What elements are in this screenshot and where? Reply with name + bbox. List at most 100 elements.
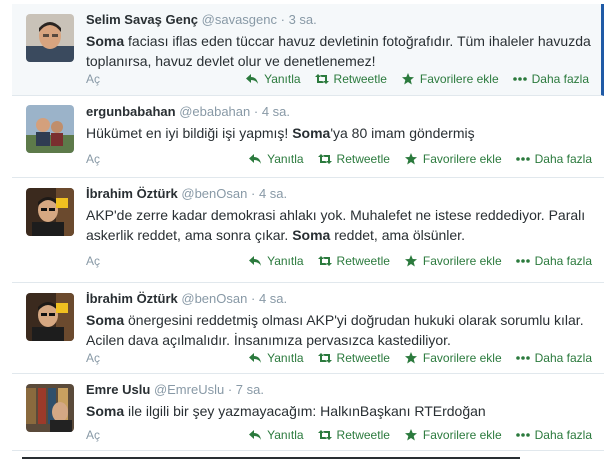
retweet-label: Retweetle	[336, 428, 390, 442]
more-label: Daha fazla	[531, 72, 589, 86]
retweet-label: Retweetle	[336, 152, 390, 166]
reply-button[interactable]: Yanıtla	[245, 72, 301, 86]
more-button[interactable]: Daha fazla	[515, 428, 592, 442]
author-username[interactable]: @benOsan	[181, 186, 247, 201]
favorite-star-icon	[404, 429, 417, 441]
retweet-icon	[314, 74, 329, 84]
more-dots-icon	[515, 356, 530, 360]
favorite-star-icon	[401, 73, 414, 85]
reply-label: Yanıtla	[267, 254, 304, 268]
favorite-label: Favorilere ekle	[422, 351, 502, 365]
tweet[interactable]: Emre Uslu @EmreUslu · 7 sa. Soma ile ilg…	[12, 374, 604, 451]
retweet-button[interactable]: Retweetle	[317, 254, 390, 268]
author-fullname[interactable]: İbrahim Öztürk	[86, 186, 178, 201]
tweet-timestamp[interactable]: 7 sa.	[236, 382, 264, 397]
reply-icon	[249, 154, 262, 164]
retweet-button[interactable]: Retweetle	[314, 72, 387, 86]
reply-label: Yanıtla	[267, 351, 304, 365]
retweet-label: Retweetle	[336, 351, 390, 365]
reply-button[interactable]: Yanıtla	[248, 428, 304, 442]
retweet-icon	[317, 256, 332, 266]
avatar[interactable]	[26, 293, 74, 341]
tweet-text-segment: 'ya 80 imam göndermiş	[330, 125, 475, 141]
author-fullname[interactable]: ergunbabahan	[86, 104, 176, 119]
author-fullname[interactable]: İbrahim Öztürk	[86, 291, 178, 306]
tweet-actions: Yanıtla Retweetle Favorilere ekle Daha f…	[234, 152, 592, 166]
author-username[interactable]: @ebabahan	[179, 104, 250, 119]
retweet-label: Retweetle	[336, 254, 390, 268]
tweet-text: Hükümet en iyi bildiği işi yapmış! Soma'…	[86, 123, 594, 143]
tweet[interactable]: İbrahim Öztürk @benOsan · 4 sa. AKP'de z…	[12, 178, 604, 283]
tweet-timestamp[interactable]: 4 sa.	[259, 291, 287, 306]
retweet-label: Retweetle	[333, 72, 387, 86]
favorite-button[interactable]: Favorilere ekle	[404, 428, 502, 442]
separator-dot: ·	[253, 104, 259, 119]
more-label: Daha fazla	[534, 152, 592, 166]
avatar[interactable]	[26, 105, 74, 153]
tweet-timestamp[interactable]: 4 sa.	[262, 104, 290, 119]
author-fullname[interactable]: Emre Uslu	[86, 382, 150, 397]
retweet-button[interactable]: Retweetle	[317, 428, 390, 442]
retweet-button[interactable]: Retweetle	[317, 351, 390, 365]
more-button[interactable]: Daha fazla	[512, 72, 589, 86]
tweet-actions: Yanıtla Retweetle Favorilere ekle Daha f…	[234, 254, 592, 268]
reply-button[interactable]: Yanıtla	[248, 152, 304, 166]
author-username[interactable]: @savasgenc	[202, 12, 277, 27]
tweet-timestamp[interactable]: 3 sa.	[289, 12, 317, 27]
reply-button[interactable]: Yanıtla	[248, 254, 304, 268]
author-username[interactable]: @benOsan	[181, 291, 247, 306]
tweet[interactable]: Selim Savaş Genç @savasgenc · 3 sa. Soma…	[12, 4, 604, 96]
tweet[interactable]: İbrahim Öztürk @benOsan · 4 sa. Soma öne…	[12, 283, 604, 374]
author-fullname[interactable]: Selim Savaş Genç	[86, 12, 198, 27]
favorite-button[interactable]: Favorilere ekle	[404, 152, 502, 166]
avatar[interactable]	[26, 188, 74, 236]
reply-icon	[246, 74, 259, 84]
hashtag-keyword[interactable]: Soma	[292, 125, 330, 141]
expand-link[interactable]: Aç	[86, 428, 100, 442]
more-label: Daha fazla	[534, 254, 592, 268]
tweet-actions: Yanıtla Retweetle Favorilere ekle Daha f…	[234, 351, 592, 365]
tweet-text-segment: ile ilgili bir şey yazmayacağım: HalkınB…	[124, 403, 486, 419]
retweet-icon	[317, 154, 332, 164]
more-button[interactable]: Daha fazla	[515, 152, 592, 166]
favorite-label: Favorilere ekle	[422, 152, 502, 166]
author-username[interactable]: @EmreUslu	[154, 382, 224, 397]
tweet-text-segment: Hükümet en iyi bildiği işi yapmış!	[86, 125, 293, 141]
reply-icon	[249, 353, 262, 363]
favorite-label: Favorilere ekle	[422, 428, 502, 442]
retweet-button[interactable]: Retweetle	[317, 152, 390, 166]
tweet[interactable]: ergunbabahan @ebabahan · 4 sa. Hükümet e…	[12, 96, 604, 178]
tweet-text: AKP'de zerre kadar demokrasi ahlakı yok.…	[86, 205, 594, 245]
more-label: Daha fazla	[534, 351, 592, 365]
reply-label: Yanıtla	[267, 152, 304, 166]
expand-link[interactable]: Aç	[86, 152, 100, 166]
hashtag-keyword[interactable]: Soma	[86, 33, 124, 49]
expand-link[interactable]: Aç	[86, 351, 100, 365]
tweet-text: Soma önergesini reddetmiş olması AKP'yi …	[86, 310, 594, 350]
hashtag-keyword[interactable]: Soma	[86, 403, 124, 419]
tweet-text: Soma faciası iflas eden tüccar havuz dev…	[86, 31, 591, 71]
hashtag-keyword[interactable]: Soma	[292, 227, 330, 243]
reply-label: Yanıtla	[267, 428, 304, 442]
favorite-button[interactable]: Favorilere ekle	[404, 351, 502, 365]
tweet-actions: Yanıtla Retweetle Favorilere ekle Daha f…	[234, 428, 592, 442]
favorite-label: Favorilere ekle	[419, 72, 499, 86]
favorite-star-icon	[404, 255, 417, 267]
tweet-text: Soma ile ilgili bir şey yazmayacağım: Ha…	[86, 401, 594, 421]
avatar[interactable]	[26, 384, 74, 432]
expand-link[interactable]: Aç	[86, 72, 100, 86]
retweet-icon	[317, 430, 332, 440]
avatar[interactable]	[26, 14, 74, 62]
retweet-icon	[317, 353, 332, 363]
tweet-timestamp[interactable]: 4 sa.	[259, 186, 287, 201]
favorite-button[interactable]: Favorilere ekle	[404, 254, 502, 268]
reply-button[interactable]: Yanıtla	[248, 351, 304, 365]
favorite-star-icon	[404, 352, 417, 364]
more-button[interactable]: Daha fazla	[515, 351, 592, 365]
hashtag-keyword[interactable]: Soma	[86, 312, 124, 328]
more-button[interactable]: Daha fazla	[515, 254, 592, 268]
favorite-button[interactable]: Favorilere ekle	[401, 72, 499, 86]
tweet-actions: Yanıtla Retweetle Favorilere ekle Daha f…	[231, 72, 589, 86]
separator-dot: ·	[227, 382, 233, 397]
expand-link[interactable]: Aç	[86, 254, 100, 268]
